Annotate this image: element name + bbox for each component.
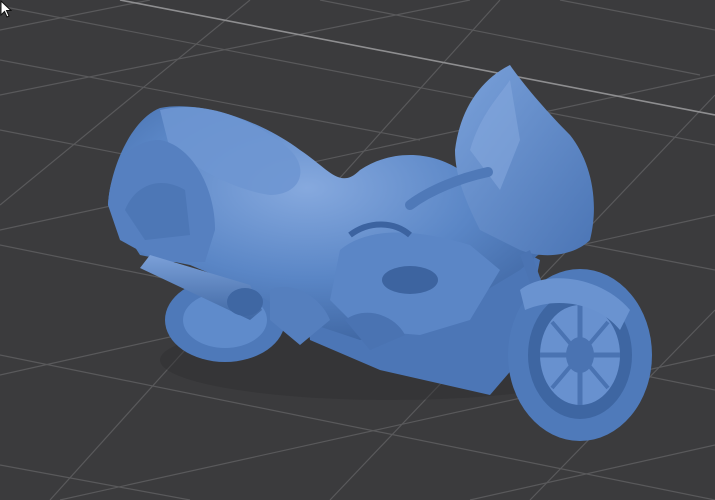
grid-axis-line: [119, 0, 715, 116]
arrow-cursor-icon: [0, 0, 12, 18]
motorcycle-model[interactable]: [108, 65, 652, 441]
scene-canvas[interactable]: [0, 0, 715, 500]
3d-viewport[interactable]: [0, 0, 715, 500]
